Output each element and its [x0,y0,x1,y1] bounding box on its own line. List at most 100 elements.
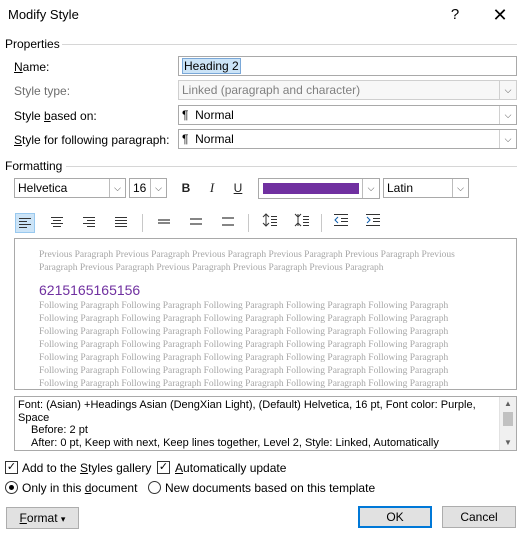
description-line: Space [18,411,50,424]
formatting-divider [66,166,517,167]
scroll-thumb[interactable] [503,412,513,426]
name-value: Heading 2 [182,58,241,74]
chevron-down-icon[interactable]: ⌵ [499,130,516,148]
toolbar-separator [248,214,249,232]
bold-button[interactable]: B [176,178,196,198]
dialog-title: Modify Style [8,7,79,22]
only-this-document-radio[interactable] [5,481,18,494]
preview-line: Previous Paragraph Previous Paragraph Pr… [39,250,455,260]
font-value: Helvetica [18,181,68,195]
style-type-value: Linked (paragraph and character) [182,83,361,97]
align-left-button[interactable] [15,213,35,233]
format-button-label: F [19,511,27,525]
add-to-gallery-label: Add to the Styles gallery [22,461,152,475]
font-color-select[interactable]: ⌵ [258,178,380,199]
only-this-document-label: Only in this document [22,481,138,495]
font-color-bar [263,183,359,194]
based-on-label: Style based on: [14,109,97,123]
help-button[interactable]: ? [443,4,467,26]
format-button[interactable]: Format ▾ [6,507,79,529]
single-spacing-icon [158,219,170,224]
spacing-up-icon [262,213,277,227]
increase-paragraph-spacing-button[interactable] [260,213,280,233]
toolbar-separator [142,214,143,232]
toolbar-separator [321,214,322,232]
paragraph-mark-icon: ¶ [182,108,189,122]
preview-line: Paragraph Previous Paragraph Previous Pa… [39,263,384,273]
decrease-indent-icon [334,214,348,226]
chevron-down-icon: ▾ [60,514,66,524]
justify-button[interactable] [111,213,131,233]
preview-line: Following Paragraph Following Paragraph … [39,314,449,324]
chevron-down-icon[interactable]: ⌵ [452,179,468,197]
align-center-icon [51,217,63,227]
one-half-spacing-button[interactable] [186,213,206,233]
add-to-gallery-checkbox[interactable]: ✓ [5,461,18,474]
chevron-down-icon: ⌵ [499,81,516,99]
ok-button[interactable]: OK [358,506,432,528]
chevron-down-icon[interactable]: ⌵ [362,179,379,198]
radio-selected-dot [9,485,14,490]
style-type-select: Linked (paragraph and character) ⌵ [178,80,517,100]
description-line: Font: (Asian) +Headings Asian (DengXian … [18,399,476,411]
chevron-down-icon[interactable]: ⌵ [499,106,516,124]
increase-indent-button[interactable] [363,213,383,233]
preview-line: Following Paragraph Following Paragraph … [39,366,449,376]
double-spacing-icon [222,217,234,226]
script-value: Latin [387,181,414,195]
font-select[interactable]: Helvetica ⌵ [14,178,126,198]
chevron-down-icon[interactable]: ⌵ [150,179,166,197]
chevron-down-icon[interactable]: ⌵ [109,179,125,197]
previous-paragraph-text: Previous Paragraph Previous Paragraph Pr… [39,249,459,275]
description-line: Before: 2 pt [31,424,88,436]
description-text: Font: (Asian) +Headings Asian (DengXian … [18,399,498,449]
font-size-select[interactable]: 16 ⌵ [129,178,167,198]
increase-indent-icon [366,214,380,226]
double-spacing-button[interactable] [218,213,238,233]
properties-divider [62,44,517,45]
preview-line: Following Paragraph Following Paragraph … [39,353,449,363]
title-bar: Modify Style ? ✕ [0,0,521,30]
style-preview: Previous Paragraph Previous Paragraph Pr… [14,238,517,390]
based-on-value: Normal [195,108,234,122]
align-center-button[interactable] [47,213,67,233]
following-paragraph-select[interactable]: ¶ Normal ⌵ [178,129,517,149]
description-line: After: 0 pt, Keep with next, Keep lines … [31,436,439,449]
following-paragraph-value: Normal [195,132,234,146]
style-description: Font: (Asian) +Headings Asian (DengXian … [14,396,517,451]
auto-update-label: Automatically update [175,461,287,475]
align-left-icon [19,218,31,228]
spacing-down-icon [294,213,309,227]
decrease-indent-button[interactable] [331,213,351,233]
script-select[interactable]: Latin ⌵ [383,178,469,198]
style-type-label: Style type: [14,84,71,98]
italic-button[interactable]: I [202,178,222,198]
decrease-paragraph-spacing-button[interactable] [292,213,312,233]
close-button[interactable]: ✕ [488,4,512,26]
name-label: Name: [14,60,50,74]
preview-line: Following Paragraph Following Paragraph … [39,340,449,350]
preview-sample-text: 6215165165156 [39,282,141,298]
scroll-down-icon[interactable]: ▼ [500,436,516,450]
properties-section-label: Properties [5,37,60,51]
align-right-button[interactable] [79,213,99,233]
based-on-select[interactable]: ¶ Normal ⌵ [178,105,517,125]
preview-line: Following Paragraph Following Paragraph … [39,379,449,389]
one-half-spacing-icon [190,218,202,225]
name-field[interactable]: Heading 2 [178,56,517,76]
description-scrollbar[interactable]: ▲ ▼ [499,397,516,450]
formatting-section-label: Formatting [5,159,63,173]
new-documents-label: New documents based on this template [165,481,376,495]
auto-update-checkbox[interactable]: ✓ [157,461,170,474]
new-documents-radio[interactable] [148,481,161,494]
align-right-icon [83,217,95,227]
scroll-up-icon[interactable]: ▲ [500,397,516,411]
single-spacing-button[interactable] [154,213,174,233]
underline-button[interactable]: U [228,178,248,198]
following-paragraph-label: Style for following paragraph: [14,133,170,147]
cancel-button[interactable]: Cancel [442,506,516,528]
preview-line: Following Paragraph Following Paragraph … [39,301,449,311]
font-size-value: 16 [133,181,147,195]
justify-icon [115,217,127,227]
preview-line: Following Paragraph Following Paragraph … [39,327,449,337]
